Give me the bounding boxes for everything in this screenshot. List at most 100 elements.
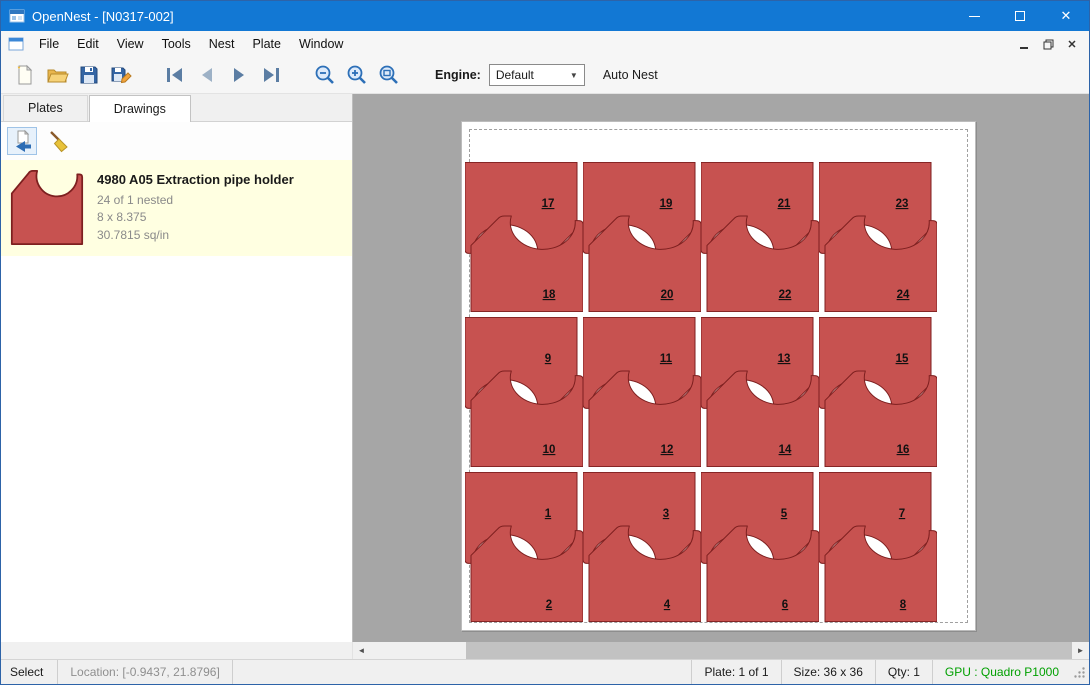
new-button[interactable] [9, 60, 41, 90]
part-number-label: 13 [778, 353, 791, 365]
drawing-title: 4980 A05 Extraction pipe holder [97, 172, 294, 187]
part-number-label: 1 [545, 508, 552, 520]
scroll-right-arrow[interactable]: ► [1072, 642, 1089, 659]
import-drawing-button[interactable] [7, 127, 37, 155]
nested-part-pair[interactable]: 56 [701, 472, 819, 622]
nested-part-pair[interactable]: 1516 [819, 317, 937, 467]
menu-tools[interactable]: Tools [153, 33, 200, 55]
horizontal-scrollbar[interactable]: ◄ ► [353, 642, 1089, 659]
scroll-left-arrow[interactable]: ◄ [353, 642, 370, 659]
nest-canvas[interactable]: 171819202122232491011121314151612345678 [353, 94, 1089, 642]
menu-edit[interactable]: Edit [68, 33, 108, 55]
part-number-label: 23 [896, 198, 909, 210]
nest-plate[interactable]: 171819202122232491011121314151612345678 [461, 121, 976, 631]
last-plate-button[interactable] [255, 60, 287, 90]
save-edit-icon [109, 63, 133, 87]
drawing-meta: 4980 A05 Extraction pipe holder 24 of 1 … [97, 166, 294, 244]
save-as-button[interactable] [105, 60, 137, 90]
nested-part-pair[interactable]: 34 [583, 472, 701, 622]
panel-tabstrip: Plates Drawings [1, 94, 352, 122]
next-plate-button[interactable] [223, 60, 255, 90]
part-thumbnail [9, 168, 85, 250]
auto-nest-button[interactable]: Auto Nest [603, 68, 658, 82]
nested-part-pair[interactable]: 1718 [465, 162, 583, 312]
mdi-close-button[interactable]: ✕ [1061, 34, 1083, 54]
part-number-label: 11 [660, 353, 673, 365]
app-icon [9, 8, 25, 24]
tab-drawings[interactable]: Drawings [89, 95, 191, 122]
engine-select[interactable]: Default ▼ [489, 64, 585, 86]
part-number-label: 7 [899, 508, 905, 520]
drawing-dimensions: 8 x 8.375 [97, 209, 294, 226]
mdi-restore-button[interactable] [1037, 34, 1059, 54]
menu-file[interactable]: File [30, 33, 68, 55]
part-number-label: 10 [543, 444, 556, 456]
minimize-button[interactable] [951, 1, 997, 31]
previous-plate-button[interactable] [191, 60, 223, 90]
menu-view[interactable]: View [108, 33, 153, 55]
part-number-label: 17 [542, 198, 555, 210]
app-window: OpenNest - [N0317-002] ✕ File Edit View … [0, 0, 1090, 685]
title-bar: OpenNest - [N0317-002] ✕ [1, 1, 1089, 31]
menu-bar: File Edit View Tools Nest Plate Window ✕ [1, 31, 1089, 57]
part-number-label: 21 [778, 198, 791, 210]
part-number-label: 5 [781, 508, 788, 520]
close-button[interactable]: ✕ [1043, 1, 1089, 31]
last-arrow-icon [259, 63, 283, 87]
part-number-label: 15 [896, 353, 909, 365]
scrollbar-row: ◄ ► [1, 642, 1089, 659]
zoom-in-icon [345, 63, 369, 87]
panel-bottom-strip [1, 642, 353, 659]
clean-drawings-button[interactable] [43, 127, 73, 155]
part-number-label: 20 [661, 289, 674, 301]
nested-part-pair[interactable]: 1314 [701, 317, 819, 467]
save-button[interactable] [73, 60, 105, 90]
save-floppy-icon [77, 63, 101, 87]
status-gpu: GPU : Quadro P1000 [932, 660, 1071, 684]
zoom-fit-icon [377, 63, 401, 87]
zoom-in-button[interactable] [341, 60, 373, 90]
part-number-label: 2 [546, 599, 552, 611]
status-qty: Qty: 1 [875, 660, 932, 684]
document-icon [8, 36, 24, 52]
drawing-nested-count: 24 of 1 nested [97, 192, 294, 209]
open-folder-icon [45, 63, 69, 87]
first-plate-button[interactable] [159, 60, 191, 90]
part-number-label: 6 [782, 599, 788, 611]
zoom-out-button[interactable] [309, 60, 341, 90]
main-area: Plates Drawings 4980 A05 Extractio [1, 94, 1089, 642]
menu-nest[interactable]: Nest [200, 33, 244, 55]
part-number-label: 18 [543, 289, 556, 301]
zoom-out-icon [313, 63, 337, 87]
nested-part-pair[interactable]: 78 [819, 472, 937, 622]
drawing-list-item[interactable]: 4980 A05 Extraction pipe holder 24 of 1 … [1, 160, 352, 256]
window-title: OpenNest - [N0317-002] [32, 9, 174, 24]
scroll-track[interactable] [370, 642, 1072, 659]
nested-part-pair[interactable]: 2324 [819, 162, 937, 312]
nested-part-pair[interactable]: 12 [465, 472, 583, 622]
scroll-thumb[interactable] [466, 642, 1072, 659]
tab-plates[interactable]: Plates [3, 95, 88, 121]
drawings-toolbar [1, 122, 352, 160]
next-arrow-icon [227, 63, 251, 87]
nested-part-pair[interactable]: 1112 [583, 317, 701, 467]
chevron-down-icon: ▼ [570, 71, 578, 80]
status-plate: Plate: 1 of 1 [691, 660, 780, 684]
zoom-fit-button[interactable] [373, 60, 405, 90]
previous-arrow-icon [195, 63, 219, 87]
nested-part-pair[interactable]: 1920 [583, 162, 701, 312]
maximize-button[interactable] [997, 1, 1043, 31]
resize-grip-icon[interactable] [1073, 666, 1086, 682]
new-file-icon [13, 63, 37, 87]
part-number-label: 9 [545, 353, 551, 365]
part-number-label: 22 [779, 289, 792, 301]
part-number-label: 19 [660, 198, 673, 210]
menu-window[interactable]: Window [290, 33, 352, 55]
mdi-minimize-button[interactable] [1013, 34, 1035, 54]
status-location: Location: [-0.9437, 21.8796] [58, 660, 232, 684]
nested-part-pair[interactable]: 9 10 [465, 317, 583, 467]
nested-part-pair[interactable]: 21 22 [701, 162, 819, 312]
open-button[interactable] [41, 60, 73, 90]
engine-value: Default [496, 68, 534, 82]
menu-plate[interactable]: Plate [243, 33, 290, 55]
